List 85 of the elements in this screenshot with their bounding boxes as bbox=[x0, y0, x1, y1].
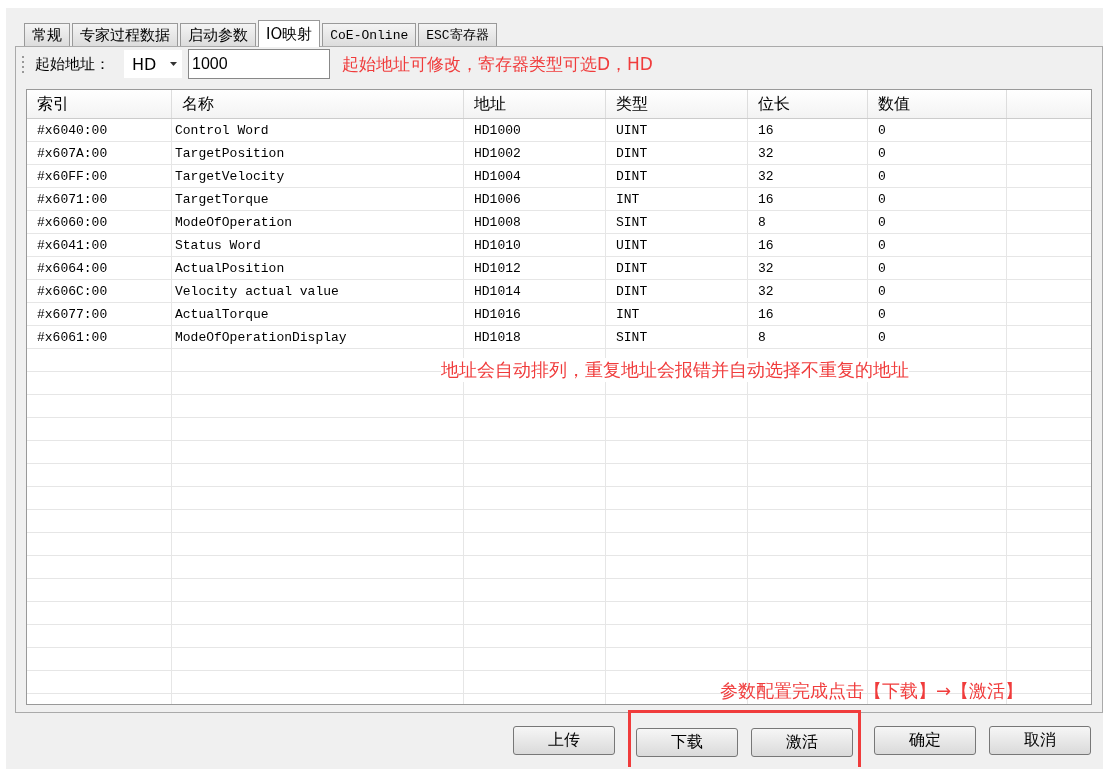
table-cell-text: INT bbox=[615, 190, 641, 209]
table-cell-text: 16 bbox=[757, 305, 775, 324]
table-cell-text: 32 bbox=[757, 282, 775, 301]
column-header[interactable]: 数值 bbox=[868, 90, 1007, 118]
table-cell-text: #x6071:00 bbox=[36, 190, 109, 209]
table-cell-text: ModeOfOperationDisplay bbox=[174, 328, 348, 347]
dialog-button[interactable]: 下载 bbox=[636, 728, 738, 757]
table-cell-text: SINT bbox=[615, 328, 649, 347]
table-cell-text: INT bbox=[615, 305, 641, 324]
table-cell-text: ActualTorque bbox=[174, 305, 270, 324]
column-header[interactable]: 索引 bbox=[27, 90, 172, 118]
table-cell-text: 8 bbox=[757, 213, 767, 232]
table-cell-text: ModeOfOperation bbox=[174, 213, 294, 232]
field-label: 起始地址： bbox=[35, 54, 110, 74]
column-header[interactable]: 类型 bbox=[606, 90, 748, 118]
table-cell-text: TargetPosition bbox=[174, 144, 286, 163]
table-cell-text: ActualPosition bbox=[174, 259, 286, 278]
table-cell-text: HD1002 bbox=[473, 144, 522, 163]
table-cell-text: 0 bbox=[877, 305, 887, 324]
column-header[interactable]: 地址 bbox=[464, 90, 606, 118]
start-address-field[interactable]: 1000 bbox=[188, 49, 330, 79]
annotation-text: 地址会自动排列，重复地址会报错并自动选择不重复的地址 bbox=[441, 358, 909, 382]
table-cell-text: 0 bbox=[877, 236, 887, 255]
table-cell-text: Status Word bbox=[174, 236, 262, 255]
table-cell-text: Velocity actual value bbox=[174, 282, 340, 301]
table-cell-text: 32 bbox=[757, 144, 775, 163]
tab[interactable]: IO映射 bbox=[258, 20, 321, 47]
table-cell-text: #x6060:00 bbox=[36, 213, 109, 232]
table-cell-text: #x6064:00 bbox=[36, 259, 109, 278]
tab[interactable]: ESC寄存器 bbox=[418, 23, 497, 46]
tab[interactable]: 专家过程数据 bbox=[72, 23, 178, 46]
table-cell-text: HD1014 bbox=[473, 282, 522, 301]
column-header[interactable]: 位长 bbox=[748, 90, 868, 118]
table-cell-text: SINT bbox=[615, 213, 649, 232]
column-header[interactable]: 名称 bbox=[172, 90, 464, 118]
table-cell-text: UINT bbox=[615, 236, 649, 255]
table-cell-text: 32 bbox=[757, 167, 775, 186]
table-cell-text: HD1016 bbox=[473, 305, 522, 324]
table-cell-text: TargetVelocity bbox=[174, 167, 286, 186]
annotation-text: 起始地址可修改，寄存器类型可选D，HD bbox=[342, 52, 653, 76]
table-cell-text: 8 bbox=[757, 328, 767, 347]
table-cell-text: HD1000 bbox=[473, 121, 522, 140]
table-cell-text: #x607A:00 bbox=[36, 144, 109, 163]
table-cell-text: HD1010 bbox=[473, 236, 522, 255]
table-cell-text: HD1018 bbox=[473, 328, 522, 347]
table-cell-text: 0 bbox=[877, 121, 887, 140]
table-cell-text: #x6077:00 bbox=[36, 305, 109, 324]
table-cell-text: #x60FF:00 bbox=[36, 167, 109, 186]
toolbar-grip-icon bbox=[22, 55, 25, 73]
table-cell-text: TargetTorque bbox=[174, 190, 270, 209]
table-cell-text: HD1012 bbox=[473, 259, 522, 278]
caret-icon bbox=[170, 62, 178, 66]
table-cell-text: #x606C:00 bbox=[36, 282, 109, 301]
dialog-button[interactable]: 确定 bbox=[874, 725, 976, 755]
dialog-button[interactable]: 上传 bbox=[513, 725, 615, 755]
tab[interactable]: CoE-Online bbox=[322, 23, 417, 46]
table-cell-text: 0 bbox=[877, 190, 887, 209]
annotation-text: 参数配置完成点击【下载】→【激活】 bbox=[719, 679, 1023, 703]
table-cell-text: DINT bbox=[615, 259, 649, 278]
table-cell-text: #x6041:00 bbox=[36, 236, 109, 255]
table-cell-text: 16 bbox=[757, 121, 775, 140]
table-cell-text: HD1008 bbox=[473, 213, 522, 232]
table-cell-text: 0 bbox=[877, 213, 887, 232]
table-cell-text: HD1006 bbox=[473, 190, 522, 209]
table-cell-text: 0 bbox=[877, 167, 887, 186]
table-cell-text: 0 bbox=[877, 144, 887, 163]
table-cell-text: DINT bbox=[615, 167, 649, 186]
table-cell-text: #x6040:00 bbox=[36, 121, 109, 140]
table-cell-text: 16 bbox=[757, 190, 775, 209]
dialog-button[interactable]: 取消 bbox=[989, 725, 1091, 755]
table-cell-text: #x6061:00 bbox=[36, 328, 109, 347]
table-cell-text: UINT bbox=[615, 121, 649, 140]
table-cell-text: 0 bbox=[877, 328, 887, 347]
tab[interactable]: 常规 bbox=[24, 23, 70, 46]
table-cell-text: Control Word bbox=[174, 121, 270, 140]
table-cell-text: 16 bbox=[757, 236, 775, 255]
table-cell-text: DINT bbox=[615, 144, 649, 163]
table-cell-text: 0 bbox=[877, 259, 887, 278]
table-cell-text: 32 bbox=[757, 259, 775, 278]
register-type-dropdown[interactable]: HD bbox=[124, 50, 182, 78]
dialog-button[interactable]: 激活 bbox=[751, 728, 853, 757]
table-cell-text: 0 bbox=[877, 282, 887, 301]
table-cell-text: DINT bbox=[615, 282, 649, 301]
table-cell-text: HD1004 bbox=[473, 167, 522, 186]
tab[interactable]: 启动参数 bbox=[180, 23, 256, 46]
